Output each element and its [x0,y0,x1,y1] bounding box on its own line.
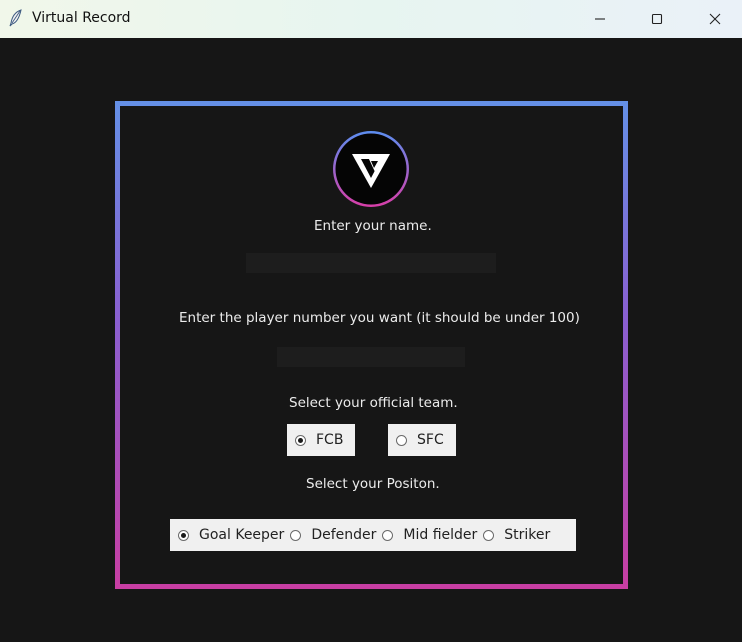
team-radio-fcb[interactable]: FCB [295,432,343,448]
position-radio-mid-fielder[interactable]: Mid fielder [382,527,477,543]
vs-logo-icon [331,128,411,210]
radio-unchecked-icon[interactable] [382,529,394,541]
player-number-input[interactable] [277,347,465,367]
name-input[interactable] [246,253,496,273]
maximize-icon [651,10,663,29]
position-radio-label: Goal Keeper [199,527,285,543]
team-radio-label: SFC [417,432,444,448]
radio-unchecked-icon[interactable] [290,529,302,541]
position-radio-label: Mid fielder [403,527,478,543]
position-radio-goal-keeper[interactable]: Goal Keeper [178,527,284,543]
window-title: Virtual Record [32,10,131,26]
radio-unchecked-icon[interactable] [483,529,495,541]
minimize-button[interactable] [571,0,629,38]
minimize-icon [594,10,606,29]
maximize-button[interactable] [628,0,686,38]
radio-unchecked-icon[interactable] [396,434,407,446]
radio-checked-icon[interactable] [178,529,189,541]
name-label: Enter your name. [314,218,432,234]
position-radio-label: Striker [504,527,551,543]
position-label: Select your Positon. [306,476,440,492]
team-radio-label: FCB [316,432,344,448]
close-icon [709,10,721,29]
player-number-label: Enter the player number you want (it sho… [179,310,580,326]
team-fcb-panel: FCB [287,424,355,456]
feather-icon [8,9,24,27]
title-bar: Virtual Record [0,0,742,38]
position-radio-striker[interactable]: Striker [483,527,550,543]
team-sfc-panel: SFC [388,424,456,456]
position-radio-label: Defender [311,527,377,543]
team-radio-sfc[interactable]: SFC [396,432,444,448]
position-panel: Goal Keeper Defender Mid fielder Striker [170,519,576,551]
app-window: Virtual Record Enter your name. Enter th… [0,0,742,642]
close-button[interactable] [686,0,742,38]
radio-checked-icon[interactable] [295,434,306,446]
position-radio-defender[interactable]: Defender [290,527,376,543]
team-label: Select your official team. [289,395,458,411]
